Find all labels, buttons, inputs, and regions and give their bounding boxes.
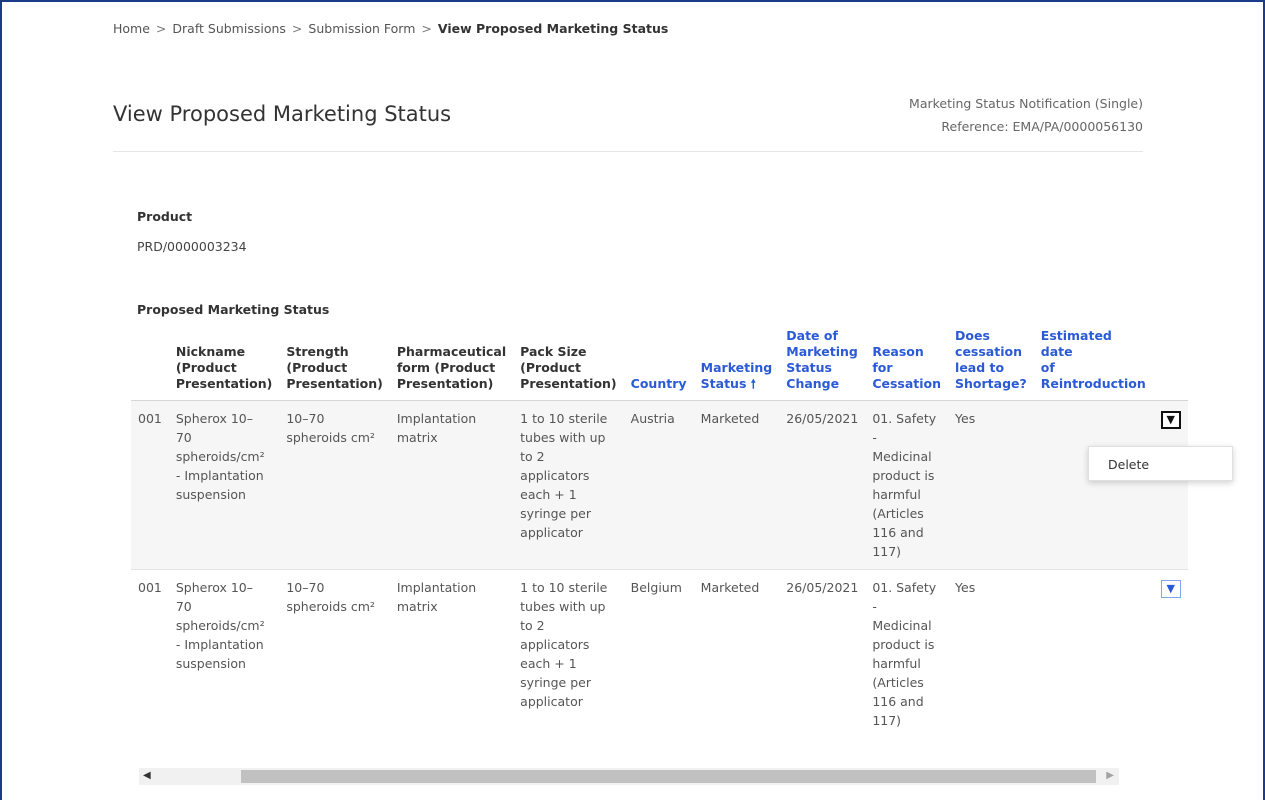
chevron-down-icon: ▼ xyxy=(1166,582,1176,595)
breadcrumb-separator: > xyxy=(421,21,432,36)
cell-marketing-status: Marketed xyxy=(693,400,780,570)
cell-country: Belgium xyxy=(623,569,694,738)
cell-actions: ▼ xyxy=(1153,569,1188,738)
cell-shortage: Yes xyxy=(948,569,1034,738)
table-row: 001 Spherox 10– 70 spheroids/cm² - Implanta… xyxy=(131,569,1188,738)
breadcrumb: Home > Draft Submissions > Submission Form > V… xyxy=(113,21,668,36)
table-header-row: Nickname (Product Presentation) Strength… xyxy=(131,328,1188,401)
header-divider xyxy=(113,151,1143,152)
cell-id: 001 xyxy=(131,569,169,738)
breadcrumb-separator: > xyxy=(291,21,303,36)
header-pharmaceutical-form: Pharmaceutical form (Product Presentatio… xyxy=(389,328,514,401)
chevron-down-icon: ▼ xyxy=(1166,413,1176,426)
cell-pharmaceutical-form: Implantation matrix xyxy=(389,400,514,570)
header-pack-size: Pack Size (Product Presentation) xyxy=(513,328,624,401)
header-country[interactable]: Country xyxy=(623,328,694,401)
cell-pack-size: 1 to 10 sterile tubes with up to 2 applicat… xyxy=(513,400,624,570)
arrow-up-icon: 🠕 xyxy=(750,377,756,391)
row-actions-button[interactable]: ▼ xyxy=(1160,580,1181,598)
table-row: 001 Spherox 10– 70 spheroids/cm² - Implanta… xyxy=(131,400,1188,570)
breadcrumb-current: View Proposed Marketing Status xyxy=(437,21,669,36)
header-actions xyxy=(1153,328,1188,401)
cell-nickname: Spherox 10– 70 spheroids/cm² - Implantation… xyxy=(168,400,280,570)
cell-reintroduction xyxy=(1033,400,1154,570)
row-actions-menu: Delete xyxy=(1088,446,1233,481)
cell-strength: 10–70 spheroids cm² xyxy=(279,569,390,738)
cell-reintroduction xyxy=(1033,569,1154,738)
cell-marketing-status: Marketed xyxy=(693,569,780,738)
cell-pack-size: 1 to 10 sterile tubes with up to 2 applicat… xyxy=(513,569,624,738)
breadcrumb-submission-form[interactable]: Submission Form xyxy=(308,21,415,36)
header-reason-for-cessation[interactable]: Reason for Cessation xyxy=(865,328,949,401)
cell-actions: ▼ xyxy=(1153,400,1188,570)
row-actions-button[interactable]: ▼ xyxy=(1160,411,1181,429)
triangle-right-icon[interactable]: ▶ xyxy=(1106,770,1114,781)
header-id xyxy=(131,328,169,401)
section-title: Proposed Marketing Status xyxy=(137,302,330,317)
header-marketing-status[interactable]: Marketing Status 🠕 xyxy=(693,328,780,401)
header-date-of-change[interactable]: Date of Marketing Status Change xyxy=(779,328,866,401)
breadcrumb-separator: > xyxy=(155,21,167,36)
cell-date: 26/05/2021 xyxy=(779,569,866,738)
submission-meta: Marketing Status Notification (Single) R… xyxy=(909,92,1143,138)
cell-reason: 01. Safety - Medicinal product is harmful (Ar… xyxy=(865,569,949,738)
cell-reason: 01. Safety - Medicinal product is harmful (Ar… xyxy=(865,400,949,570)
cell-pharmaceutical-form: Implantation matrix xyxy=(389,569,514,738)
header-reintroduction[interactable]: Estimated date of Reintroduction xyxy=(1033,328,1154,401)
header-nickname: Nickname (Product Presentation) xyxy=(168,328,280,401)
menu-item-delete[interactable]: Delete xyxy=(1089,447,1232,472)
cell-country: Austria xyxy=(623,400,694,570)
breadcrumb-draft-submissions[interactable]: Draft Submissions xyxy=(172,21,286,36)
header-strength: Strength (Product Presentation) xyxy=(279,328,390,401)
triangle-left-icon[interactable]: ◀ xyxy=(143,770,151,781)
header-shortage[interactable]: Does cessation lead to Shortage? xyxy=(948,328,1034,401)
horizontal-scrollbar[interactable]: ◀ ▶ xyxy=(139,768,1119,785)
notification-type: Marketing Status Notification (Single) xyxy=(909,96,1143,111)
product-value: PRD/0000003234 xyxy=(137,239,247,254)
marketing-status-table: Nickname (Product Presentation) Strength… xyxy=(131,328,1188,738)
cell-nickname: Spherox 10– 70 spheroids/cm² - Implantation… xyxy=(168,569,280,738)
breadcrumb-home[interactable]: Home xyxy=(113,21,150,36)
page-title: View Proposed Marketing Status xyxy=(113,102,452,126)
cell-id: 001 xyxy=(131,400,169,570)
product-label: Product xyxy=(137,209,193,224)
cell-date: 26/05/2021 xyxy=(779,400,866,570)
cell-shortage: Yes xyxy=(948,400,1034,570)
scrollbar-thumb[interactable] xyxy=(241,770,1096,783)
cell-strength: 10–70 spheroids cm² xyxy=(279,400,390,570)
reference-number: Reference: EMA/PA/0000056130 xyxy=(941,119,1143,134)
